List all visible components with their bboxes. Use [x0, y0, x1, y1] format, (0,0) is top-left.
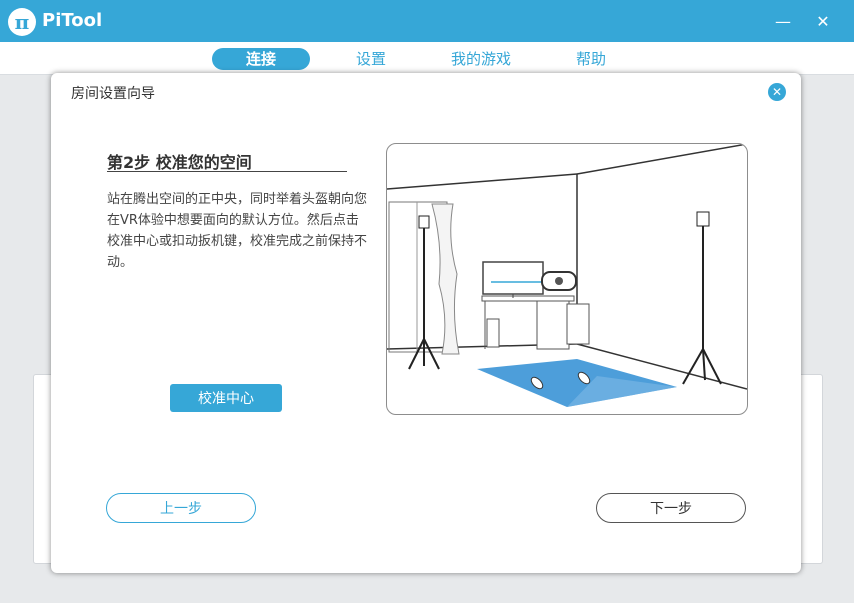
pitool-window: π PiTool — ✕ 连接 设置 我的游戏 帮助 房间设置向导 ✕ 第2步 …	[0, 0, 854, 603]
pi-logo-icon: π	[8, 8, 36, 36]
nav-bar: 连接 设置 我的游戏 帮助	[0, 42, 854, 75]
app-title: PiTool	[42, 10, 103, 31]
step-description: 站在腾出空间的正中央，同时举着头盔朝向您在VR体验中想要面向的默认方位。然后点击…	[107, 192, 368, 270]
previous-step-button[interactable]: 上一步	[106, 493, 256, 523]
tab-help[interactable]: 帮助	[562, 48, 620, 70]
room-setup-dialog: 房间设置向导 ✕ 第2步 校准您的空间 站在腾出空间的正中央，同时举着头盔朝向您…	[51, 73, 801, 573]
calibrate-center-button[interactable]: 校准中心	[170, 384, 282, 412]
minimize-icon[interactable]: —	[771, 10, 795, 34]
tab-settings[interactable]: 设置	[340, 48, 402, 70]
step-title-divider	[107, 171, 347, 172]
tab-my-games[interactable]: 我的游戏	[440, 48, 522, 70]
dialog-title: 房间设置向导	[71, 86, 155, 102]
title-bar: π PiTool — ✕	[0, 0, 854, 42]
step-title: 第2步 校准您的空间	[107, 153, 252, 172]
room-illustration	[386, 143, 748, 415]
tab-connect[interactable]: 连接	[212, 48, 310, 70]
next-step-button[interactable]: 下一步	[596, 493, 746, 523]
room-illustration-svg	[387, 144, 747, 407]
close-icon[interactable]: ✕	[811, 10, 835, 34]
dialog-close-icon[interactable]: ✕	[768, 83, 786, 101]
